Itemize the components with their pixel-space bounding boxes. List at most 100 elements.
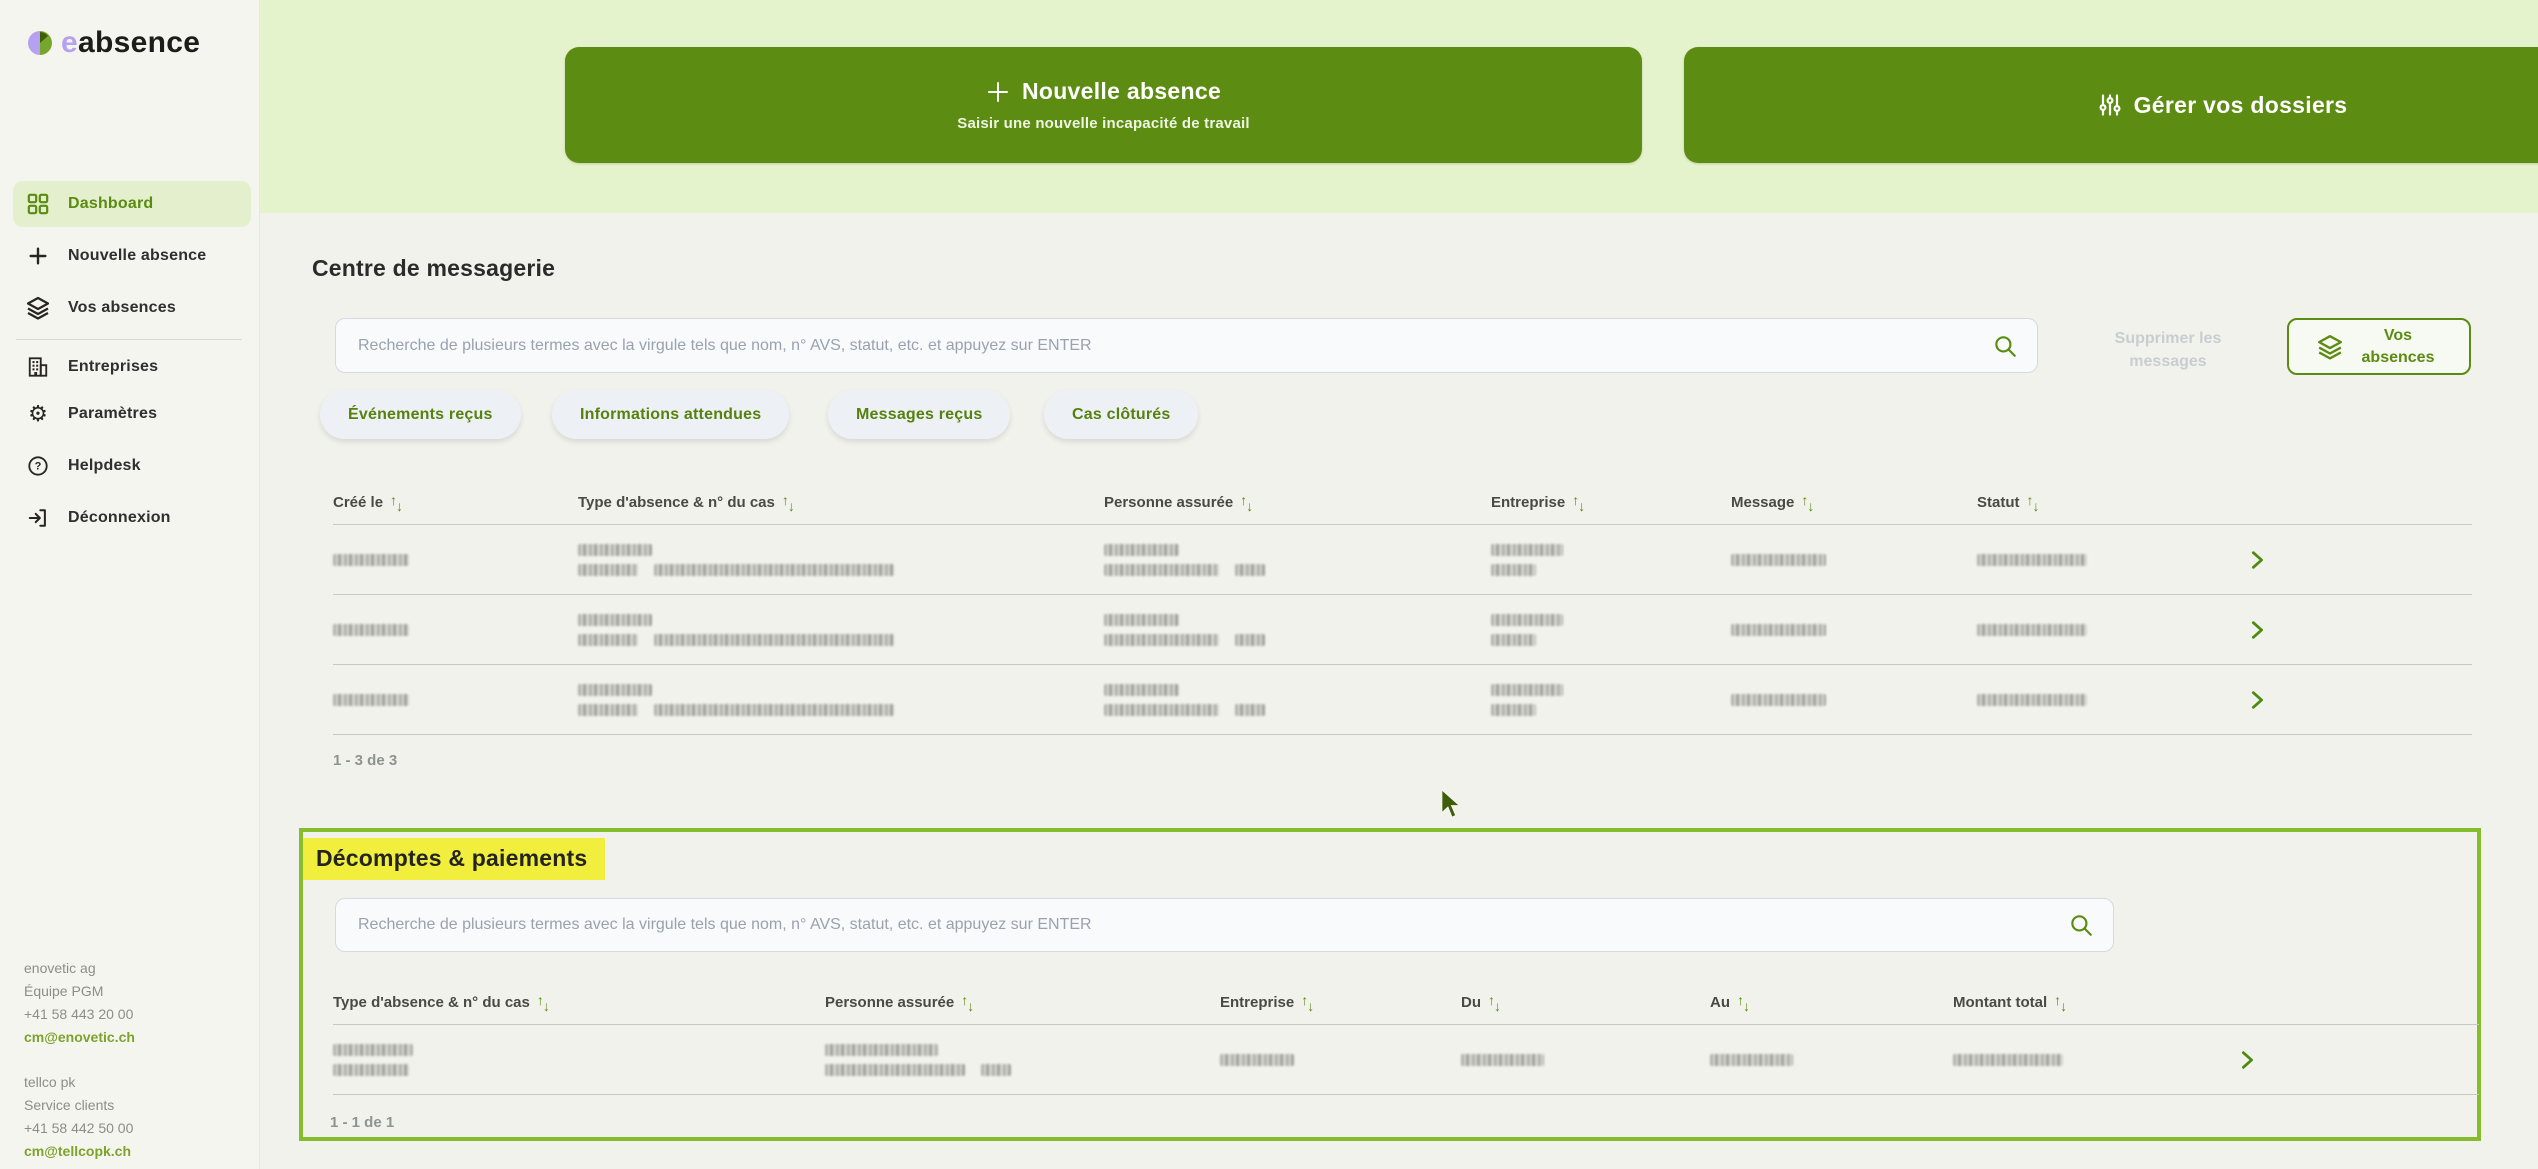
column-header-type-absence[interactable]: Type d'absence & n° du cas ↑ ↓ (578, 491, 1104, 514)
column-header-personne-assuree[interactable]: Personne assurée ↑ ↓ (825, 991, 1220, 1014)
contact-email-link[interactable]: cm@tellcopk.ch (24, 1140, 135, 1163)
sort-arrows-icon: ↑ ↓ (2054, 991, 2068, 1014)
sidebar-item-nouvelle-absence[interactable]: Nouvelle absence (13, 233, 251, 279)
filter-cas-clotures[interactable]: Cas clôturés (1044, 390, 1199, 439)
hero-band: Nouvelle absence Saisir une nouvelle inc… (260, 0, 2538, 213)
column-header-au[interactable]: Au ↑ ↓ (1710, 993, 1953, 1013)
redacted-cell (825, 1043, 1220, 1076)
sidebar-item-entreprises[interactable]: Entreprises (13, 344, 251, 390)
table-row[interactable] (333, 525, 2472, 595)
contact-phone: +41 58 443 20 00 (24, 1006, 134, 1022)
column-header-montant-total[interactable]: Montant total ↑ ↓ (1953, 991, 2200, 1014)
table-row[interactable] (333, 665, 2472, 735)
filter-evenements-recus[interactable]: Événements reçus (320, 390, 521, 439)
redacted-cell (333, 693, 578, 706)
sidebar-item-helpdesk[interactable]: ? Helpdesk (13, 443, 251, 489)
contact-block: tellco pk Service clients +41 58 442 50 … (24, 1071, 135, 1163)
payments-title: Décomptes & paiements (303, 838, 606, 880)
vos-absences-button[interactable]: Vos absences (2287, 318, 2471, 375)
sidebar-item-dashboard[interactable]: Dashboard (13, 181, 251, 227)
new-absence-subtitle: Saisir une nouvelle incapacité de travai… (957, 115, 1250, 132)
redacted-cell (1710, 1053, 1953, 1066)
new-absence-button[interactable]: Nouvelle absence Saisir une nouvelle inc… (565, 47, 1642, 163)
column-header-statut[interactable]: Statut ↑ ↓ (1977, 491, 2210, 514)
redacted-cell (1977, 623, 2210, 636)
redacted-cell (1104, 683, 1491, 716)
delete-messages-button[interactable]: Supprimer les messages (2088, 327, 2248, 373)
sort-arrows-icon: ↑ ↓ (1240, 491, 1254, 514)
filter-messages-recus[interactable]: Messages reçus (828, 390, 1011, 439)
gear-icon: ⚙ (28, 401, 48, 426)
sort-arrows-icon: ↑ ↓ (1801, 491, 1815, 514)
contact-phone: +41 58 442 50 00 (24, 1120, 134, 1136)
sort-arrows-icon: ↑ ↓ (2026, 491, 2040, 514)
sidebar-item-label: Helpdesk (68, 457, 141, 474)
redacted-cell (1731, 553, 1977, 566)
mouse-cursor (1440, 788, 1463, 819)
redacted-cell (333, 623, 578, 636)
column-header-entreprise[interactable]: Entreprise ↑ ↓ (1220, 991, 1461, 1014)
row-open-chevron-icon[interactable] (2200, 1049, 2479, 1071)
building-icon (26, 355, 50, 379)
vos-absences-label: Vos absences (2361, 326, 2435, 366)
contact-company: enovetic ag (24, 960, 96, 976)
messaging-searchbar (335, 318, 2038, 373)
sliders-icon (2099, 94, 2121, 116)
column-header-entreprise[interactable]: Entreprise ↑ ↓ (1491, 491, 1731, 514)
sidebar-item-vos-absences[interactable]: Vos absences (13, 285, 251, 331)
redacted-cell (1104, 543, 1491, 576)
sidebar-item-parametres[interactable]: ⚙ Paramètres (13, 391, 251, 437)
sort-arrows-icon: ↑ ↓ (1301, 991, 1315, 1014)
redacted-cell (1731, 693, 1977, 706)
payments-table-body (333, 1025, 2479, 1095)
redacted-cell (1220, 1053, 1461, 1066)
row-open-chevron-icon[interactable] (2210, 619, 2472, 641)
redacted-cell (1491, 543, 1731, 576)
column-header-message[interactable]: Message ↑ ↓ (1731, 491, 1977, 514)
sidebar-item-label: Dashboard (68, 195, 154, 212)
redacted-cell (1461, 1053, 1710, 1066)
search-icon[interactable] (2068, 912, 2094, 938)
search-icon[interactable] (1992, 333, 2018, 359)
column-header-personne-assuree[interactable]: Personne assurée ↑ ↓ (1104, 491, 1491, 514)
redacted-cell (1977, 693, 2210, 706)
sort-arrows-icon: ↑ ↓ (781, 491, 795, 514)
payments-search-input[interactable] (335, 898, 2114, 952)
help-circle-icon: ? (26, 454, 50, 478)
row-open-chevron-icon[interactable] (2210, 689, 2472, 711)
messaging-table-body (333, 525, 2472, 735)
redacted-cell (333, 1043, 825, 1076)
column-header-du[interactable]: Du ↑ ↓ (1461, 991, 1710, 1014)
sidebar-divider (16, 339, 242, 340)
sort-arrows-icon: ↑ ↓ (961, 991, 975, 1014)
plus-icon (26, 244, 50, 268)
row-open-chevron-icon[interactable] (2210, 549, 2472, 571)
payments-pagination: 1 - 1 de 1 (330, 1114, 395, 1131)
new-absence-title: Nouvelle absence (1021, 78, 1222, 104)
manage-files-button[interactable]: Gérer vos dossiers (1684, 47, 2538, 163)
sidebar-item-label: Nouvelle absence (68, 247, 207, 264)
logout-icon (26, 506, 50, 530)
filter-informations-attendues[interactable]: Informations attendues (552, 390, 790, 439)
messaging-search-input[interactable] (335, 318, 2038, 373)
table-row[interactable] (333, 1025, 2479, 1095)
redacted-cell (333, 553, 578, 566)
sidebar: eabsence Dashboard Nouvelle absence Vos … (0, 0, 260, 1169)
payments-searchbar (335, 898, 2114, 952)
sidebar-item-deconnexion[interactable]: Déconnexion (13, 495, 251, 541)
messaging-title: Centre de messagerie (312, 255, 556, 281)
column-header-cree-le[interactable]: Créé le ↑ ↓ (333, 493, 578, 513)
contact-team: Équipe PGM (24, 983, 104, 999)
redacted-cell (1731, 623, 1977, 636)
svg-text:?: ? (35, 461, 42, 473)
sort-arrows-icon: ↑ ↓ (1572, 491, 1586, 514)
sort-arrows-icon: ↑ ↓ (1488, 991, 1501, 1014)
contact-team: Service clients (24, 1097, 115, 1113)
contact-email-link[interactable]: cm@enovetic.ch (24, 1026, 135, 1049)
redacted-cell (578, 683, 1104, 716)
sidebar-item-label: Entreprises (68, 358, 159, 375)
redacted-cell (578, 543, 1104, 576)
plus-icon (987, 81, 1008, 102)
table-row[interactable] (333, 595, 2472, 665)
column-header-type-absence[interactable]: Type d'absence & n° du cas ↑ ↓ (333, 993, 825, 1013)
